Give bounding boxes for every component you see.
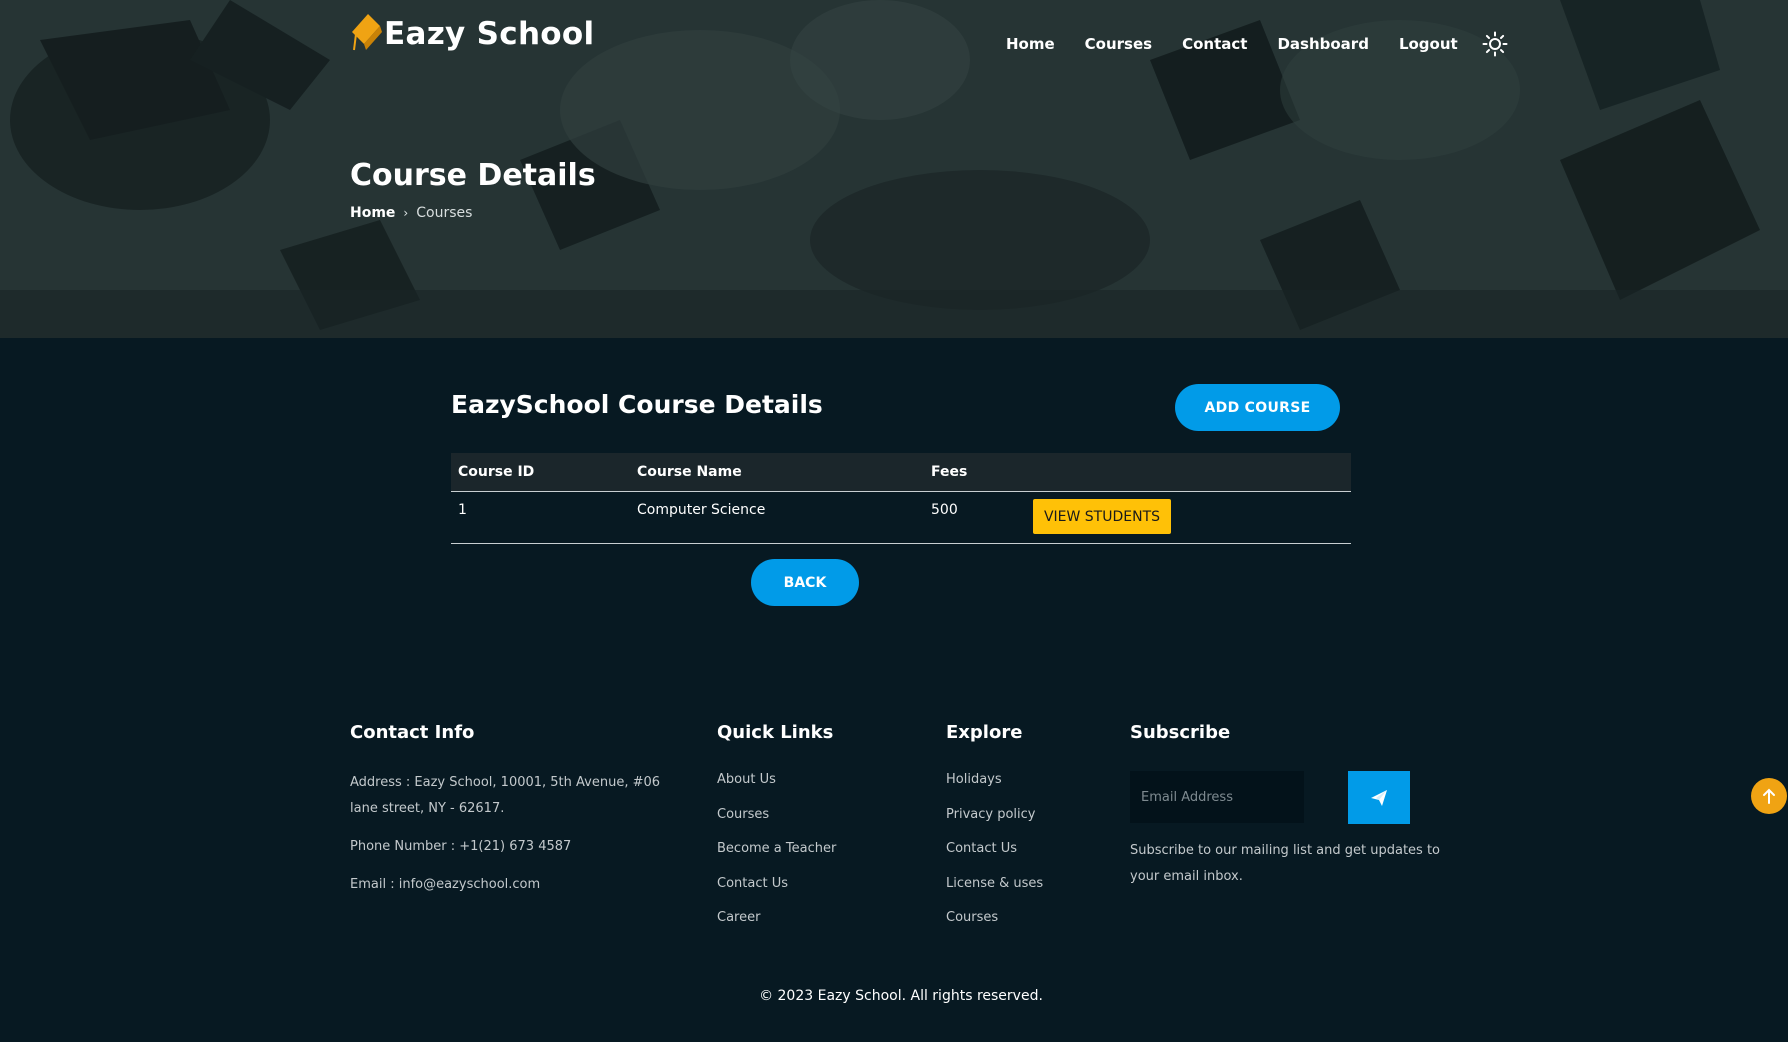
breadcrumb: Home › Courses [350,205,472,221]
nav-contact[interactable]: Contact [1182,33,1247,55]
subscribe-send-button[interactable] [1348,771,1410,824]
brand-name: Eazy School [384,16,595,52]
brand-logo[interactable]: Eazy School [350,10,594,54]
quick-link-courses[interactable]: Courses [717,807,769,822]
courses-table: Course ID Course Name Fees 1 Computer Sc… [451,453,1351,544]
scroll-to-top-button[interactable] [1751,778,1787,814]
subscribe-title: Subscribe [1130,722,1231,743]
contact-address: Address : Eazy School, 10001, 5th Avenue… [350,775,661,816]
cell-fees: 500 [931,502,958,518]
view-students-button[interactable]: VIEW STUDENTS [1033,499,1171,534]
subscribe-description: Subscribe to our mailing list and get up… [1130,843,1441,884]
header-course-name: Course Name [637,464,742,480]
main-nav: Home Courses Contact Dashboard Logout [1006,31,1508,57]
explore-link-contact[interactable]: Contact Us [946,841,1017,856]
section-title: EazySchool Course Details [451,390,823,419]
graduation-cap-icon [352,14,382,51]
add-course-button[interactable]: ADD COURSE [1175,384,1340,431]
cell-course-name: Computer Science [637,502,766,518]
quick-link-contact[interactable]: Contact Us [717,876,788,891]
chevron-right-icon: › [403,206,409,220]
quick-link-about[interactable]: About Us [717,772,776,787]
header-fees: Fees [931,464,968,480]
breadcrumb-current: Courses [416,205,473,221]
nav-logout[interactable]: Logout [1399,33,1458,55]
quick-link-career[interactable]: Career [717,910,760,925]
quick-links-title: Quick Links [717,722,834,743]
sun-icon[interactable] [1482,31,1508,57]
cell-course-id: 1 [458,502,467,518]
breadcrumb-home[interactable]: Home [350,205,395,221]
arrow-up-icon [1763,788,1775,804]
header-course-id: Course ID [458,464,535,480]
contact-phone: Phone Number : +1(21) 673 4587 [350,839,572,854]
explore-link-courses[interactable]: Courses [946,910,998,925]
table-header: Course ID Course Name Fees [451,453,1351,492]
contact-email: Email : info@eazyschool.com [350,877,541,892]
nav-home[interactable]: Home [1006,33,1055,55]
hero-overlay [0,0,1788,338]
hero-banner: Eazy School Home Courses Contact Dashboa… [0,0,1788,338]
email-input[interactable] [1130,771,1304,823]
page-title: Course Details [350,158,596,193]
copyright-text: © 2023 Eazy School. All rights reserved. [759,988,1043,1004]
nav-dashboard[interactable]: Dashboard [1277,33,1368,55]
contact-info-title: Contact Info [350,722,475,743]
explore-link-privacy[interactable]: Privacy policy [946,807,1035,822]
quick-link-teacher[interactable]: Become a Teacher [717,841,836,856]
explore-title: Explore [946,722,1023,743]
nav-courses[interactable]: Courses [1085,33,1152,55]
table-row: 1 Computer Science 500 VIEW STUDENTS [451,492,1351,544]
explore-link-license[interactable]: License & uses [946,876,1043,891]
send-icon [1371,789,1387,806]
back-button[interactable]: BACK [751,559,859,606]
footer: Contact Info Address : Eazy School, 1000… [0,640,1788,1042]
explore-link-holidays[interactable]: Holidays [946,772,1002,787]
